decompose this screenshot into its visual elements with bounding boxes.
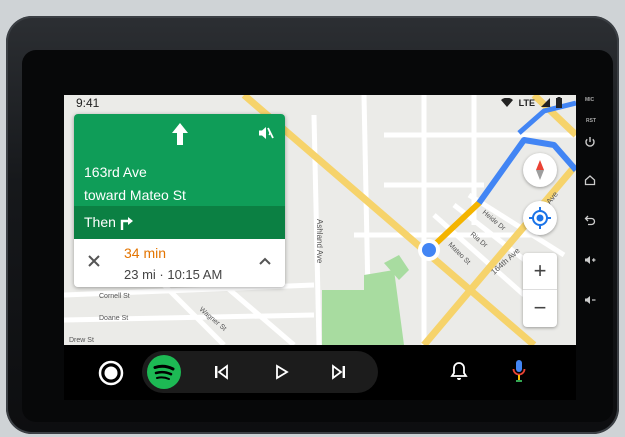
mute-icon[interactable] [257, 124, 275, 142]
next-turn-panel[interactable]: 163rd Ave toward Mateo St [74, 114, 285, 206]
navigation-card[interactable]: 163rd Ave toward Mateo St Then 34 min 23… [74, 114, 285, 287]
signal-icon [541, 98, 550, 107]
status-icons: LTE [500, 97, 562, 108]
turn-right-icon [120, 217, 133, 230]
eta-distance-arrival: 23 mi · 10:15 AM [124, 267, 223, 282]
locate-icon [529, 207, 551, 229]
compass-button[interactable] [523, 153, 557, 187]
eta-row[interactable]: 34 min 23 mi · 10:15 AM [74, 239, 285, 287]
then-label: Then [84, 214, 116, 230]
chevron-up-icon[interactable] [257, 253, 273, 269]
media-controls [142, 351, 378, 393]
close-icon[interactable] [86, 253, 102, 269]
arrow-up-icon [172, 123, 188, 145]
zoom-out-button[interactable]: − [523, 290, 557, 326]
play-icon[interactable] [272, 363, 290, 381]
volume-up-icon[interactable] [584, 254, 596, 266]
wifi-icon [500, 98, 513, 107]
next-street: 163rd Ave [84, 164, 147, 180]
bottom-rail [64, 345, 576, 400]
network-type: LTE [518, 97, 535, 108]
street-label-doane: Doane St [99, 315, 128, 322]
eta-duration: 34 min [124, 245, 167, 261]
microphone-icon[interactable] [512, 359, 526, 383]
zoom-control: + − [523, 253, 557, 327]
volume-down-icon[interactable] [584, 294, 596, 306]
spotify-icon[interactable] [147, 355, 181, 389]
home-hw-icon[interactable] [584, 174, 596, 186]
zoom-in-button[interactable]: + [523, 253, 557, 290]
power-icon[interactable] [584, 136, 596, 148]
home-button-icon[interactable] [98, 360, 124, 386]
bell-icon[interactable] [450, 361, 468, 381]
street-label-cornell: Cornell St [99, 293, 130, 300]
previous-track-icon[interactable] [212, 363, 230, 381]
street-label-drew: Drew St [69, 337, 94, 344]
compass-icon [536, 160, 544, 180]
back-icon[interactable] [584, 214, 596, 226]
android-auto-screen: Ashland Ave Wagner St Cornell St Doane S… [64, 95, 576, 400]
mic-hw-label: MIC [585, 97, 595, 103]
street-label-ashland: Ashland Ave [315, 219, 324, 264]
then-row: Then [74, 206, 285, 239]
recenter-button[interactable] [523, 201, 557, 235]
rst-hw-label: RST [586, 118, 596, 124]
status-time: 9:41 [76, 96, 100, 110]
next-track-icon[interactable] [330, 363, 348, 381]
battery-icon [556, 97, 562, 108]
toward-street: toward Mateo St [84, 187, 186, 203]
current-location-dot [422, 243, 436, 257]
